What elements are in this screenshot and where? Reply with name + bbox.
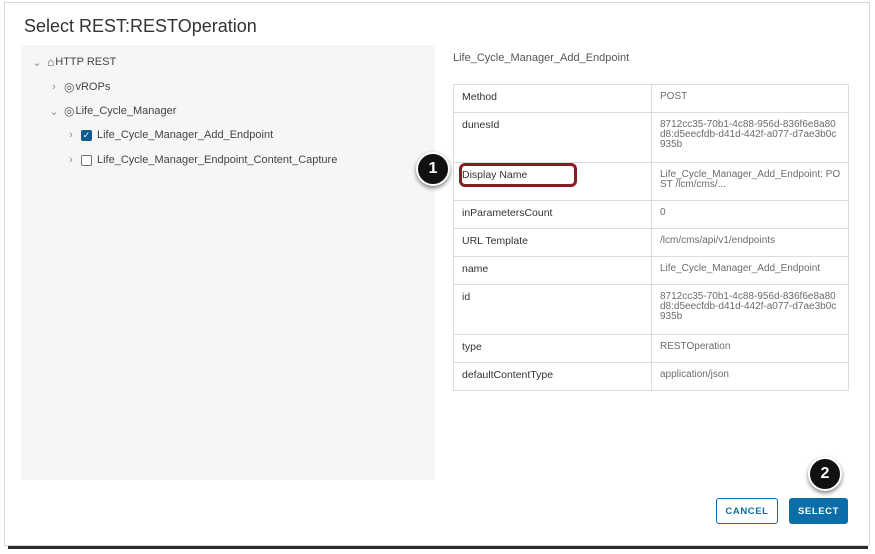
properties-table: Method POST dunesId 8712cc35-70b1-4c88-9… <box>453 84 849 391</box>
chevron-right-icon[interactable]: › <box>48 81 60 93</box>
property-value: 0 <box>651 200 849 229</box>
property-value: 8712cc35-70b1-4c88-956d-836f6e8a80d8:d5e… <box>651 112 849 163</box>
callout-marker-2: 2 <box>808 457 842 491</box>
property-key: type <box>453 334 652 363</box>
table-row: id 8712cc35-70b1-4c88-956d-836f6e8a80d8:… <box>453 284 849 335</box>
table-row: URL Template /lcm/cms/api/v1/endpoints <box>453 228 849 257</box>
property-value: 8712cc35-70b1-4c88-956d-836f6e8a80d8:d5e… <box>651 284 849 335</box>
chevron-down-icon[interactable]: ⌄ <box>31 56 43 69</box>
details-title: Life_Cycle_Manager_Add_Endpoint <box>453 52 630 64</box>
chevron-down-icon[interactable]: ⌄ <box>48 105 60 118</box>
table-row: defaultContentType application/json <box>453 362 849 391</box>
property-key: Method <box>453 84 652 113</box>
property-value: /lcm/cms/api/v1/endpoints <box>651 228 849 257</box>
table-row: inParametersCount 0 <box>453 200 849 229</box>
rest-host-icon: ◎ <box>64 104 75 118</box>
property-value: POST <box>651 84 849 113</box>
display-name-highlight <box>459 163 577 187</box>
table-row: dunesId 8712cc35-70b1-4c88-956d-836f6e8a… <box>453 112 849 163</box>
rest-host-icon: ⌂ <box>47 55 55 69</box>
property-key: URL Template <box>453 228 652 257</box>
callout-marker-1: 1 <box>416 152 450 186</box>
property-value: Life_Cycle_Manager_Add_Endpoint: POST /l… <box>651 162 849 201</box>
property-key: dunesId <box>453 112 652 163</box>
tree-node-label: vROPs <box>75 81 111 93</box>
property-value: Life_Cycle_Manager_Add_Endpoint <box>651 256 849 285</box>
property-key: id <box>453 284 652 335</box>
tree-node-label: Life_Cycle_Manager_Endpoint_Content_Capt… <box>97 154 338 166</box>
tree-node-life-cycle-manager[interactable]: ⌄ ◎ Life_Cycle_Manager <box>48 101 176 121</box>
property-value: RESTOperation <box>651 334 849 363</box>
property-key: defaultContentType <box>453 362 652 391</box>
dialog-title: Select REST:RESTOperation <box>24 16 257 36</box>
table-row: type RESTOperation <box>453 334 849 363</box>
checkbox-checked[interactable]: ✓ <box>81 129 92 141</box>
tree-node-label: HTTP REST <box>55 56 117 68</box>
cancel-button[interactable]: CANCEL <box>716 498 778 524</box>
select-button[interactable]: SELECT <box>789 498 848 524</box>
chevron-right-icon[interactable]: › <box>65 129 77 141</box>
property-value: application/json <box>651 362 849 391</box>
chevron-right-icon[interactable]: › <box>65 154 77 166</box>
property-key: inParametersCount <box>453 200 652 229</box>
tree-node-add-endpoint[interactable]: › ✓ Life_Cycle_Manager_Add_Endpoint <box>65 125 273 145</box>
table-row: name Life_Cycle_Manager_Add_Endpoint <box>453 256 849 285</box>
tree-node-endpoint-content-capture[interactable]: › Life_Cycle_Manager_Endpoint_Content_Ca… <box>65 150 337 170</box>
tree-node-label: Life_Cycle_Manager_Add_Endpoint <box>97 129 274 141</box>
bottom-divider <box>8 546 868 549</box>
checkbox-unchecked[interactable] <box>81 154 92 166</box>
table-row: Method POST <box>453 84 849 113</box>
property-key: name <box>453 256 652 285</box>
tree-node-vrops[interactable]: › ◎ vROPs <box>48 77 110 97</box>
rest-host-icon: ◎ <box>64 80 75 94</box>
tree-node-http-rest[interactable]: ⌄ ⌂ HTTP REST <box>31 52 116 72</box>
tree-node-label: Life_Cycle_Manager <box>75 105 177 117</box>
